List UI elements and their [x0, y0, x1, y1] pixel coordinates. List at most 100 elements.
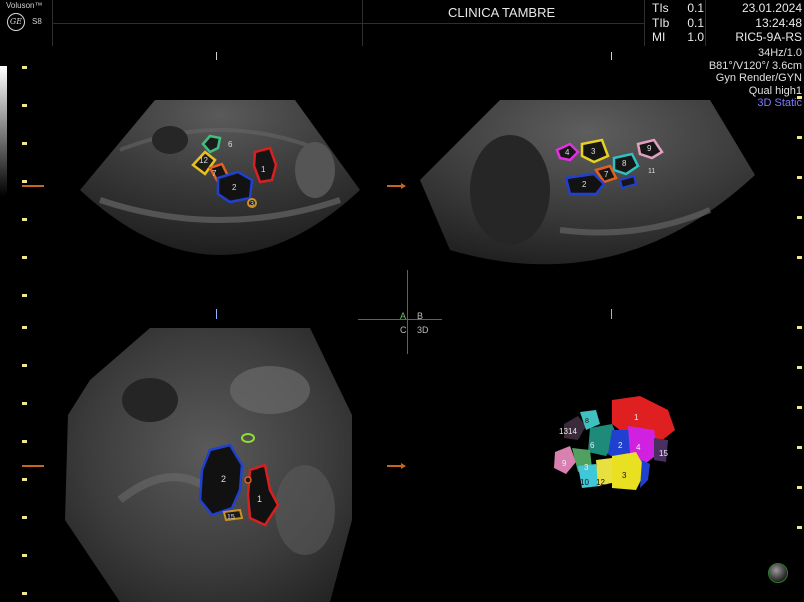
lesion-label: 4: [565, 148, 570, 157]
lesion-label: 7: [604, 170, 609, 179]
lesion-label: 1: [261, 165, 266, 174]
crosshair-vertical: [407, 270, 408, 354]
depth-tick: [22, 218, 27, 221]
plane-marker: [611, 52, 612, 60]
orientation-sphere-icon[interactable]: [768, 563, 788, 583]
lesion-label: 7: [212, 169, 217, 178]
plane-marker: [216, 52, 217, 60]
index-label: TIs: [652, 1, 669, 15]
lesion-label: 2: [232, 183, 237, 192]
depth-tick: [797, 366, 802, 369]
depth-tick: [22, 326, 27, 329]
depth-tick: [22, 440, 27, 443]
exam-info: 23.01.2024 13:24:48 RIC5-9A-RS: [735, 1, 802, 45]
depth-tick: [22, 66, 27, 69]
lesion-label: 1: [257, 494, 262, 504]
lesion-label: 2: [221, 474, 226, 484]
depth-tick: [797, 526, 802, 529]
depth-tick: [22, 180, 27, 183]
header-divider: [52, 23, 644, 24]
lesion-label: 9: [647, 144, 652, 153]
depth-tick: [22, 364, 27, 367]
depth-tick: [797, 406, 802, 409]
render-label: 8: [585, 418, 589, 425]
orange-arrow-icon: [22, 465, 44, 467]
depth-tick: [22, 142, 27, 145]
gray-scale-bar: [0, 66, 7, 196]
lesion-label: 12: [199, 156, 208, 165]
quad-b-button[interactable]: B: [417, 311, 423, 321]
index-value: 1.0: [687, 30, 704, 44]
render-label: 15: [659, 449, 668, 458]
index-label: MI: [652, 30, 666, 44]
ge-logo-icon: GE: [7, 13, 25, 31]
depth-tick: [797, 486, 802, 489]
depth-tick: [22, 402, 27, 405]
exam-date: 23.01.2024: [741, 1, 802, 15]
orange-arrow-icon: [22, 185, 44, 187]
render-label: 4: [636, 443, 641, 452]
render-label: 6: [590, 441, 595, 450]
depth-tick: [797, 216, 802, 219]
render-label: 9: [562, 459, 567, 468]
model-name: S8: [32, 17, 42, 26]
depth-tick: [797, 256, 802, 259]
header-divider: [705, 0, 706, 46]
quad-view-selector[interactable]: A B C 3D: [358, 270, 442, 354]
render-label: 2: [618, 441, 623, 450]
render-label: 12: [596, 478, 605, 487]
render-label: 10: [580, 478, 589, 487]
index-row: TIs 0.1: [652, 1, 704, 16]
lesion-label: 11: [648, 168, 655, 175]
lesion-label: 3: [591, 147, 596, 156]
arrow-head-icon: [401, 463, 406, 469]
index-row: TIb 0.1: [652, 16, 704, 31]
volume-angles: B81°/V120°/ 3.6cm: [708, 59, 802, 72]
depth-tick: [22, 554, 27, 557]
index-value: 0.1: [687, 15, 704, 30]
panel-c-image[interactable]: 2 1 15: [60, 320, 370, 602]
depth-tick: [797, 96, 802, 99]
quad-3d-button[interactable]: 3D: [417, 325, 429, 335]
render-label: 14: [568, 427, 577, 436]
brand-name: Voluson™: [6, 1, 43, 10]
lesion-label: 6: [228, 140, 233, 149]
render-3d-view[interactable]: 1 13 14 8 6 2 4 15 9 3 10 12 3: [550, 390, 680, 500]
safety-indices: TIs 0.1 TIb 0.1 MI 1.0: [652, 1, 704, 45]
arrow-head-icon: [401, 183, 406, 189]
render-label: 3: [622, 471, 627, 480]
clinic-name: CLINICA TAMBRE: [448, 5, 556, 20]
index-value: 0.1: [687, 1, 704, 15]
depth-tick: [22, 516, 27, 519]
blue-arrow-icon: [611, 309, 612, 319]
probe-name: RIC5-9A-RS: [735, 30, 802, 44]
orange-arrow-icon: [387, 465, 401, 467]
depth-tick: [797, 446, 802, 449]
panel-a-image[interactable]: 6 12 7 1 2 3: [60, 80, 390, 270]
depth-tick: [22, 592, 27, 595]
depth-tick: [22, 478, 27, 481]
exam-time: 13:24:48: [755, 15, 802, 30]
depth-tick: [22, 256, 27, 259]
index-row: MI 1.0: [652, 30, 704, 45]
depth-tick: [22, 294, 27, 297]
depth-tick: [22, 104, 27, 107]
lesion-label: 8: [622, 159, 627, 168]
panel-b-image[interactable]: 4 3 9 8 7 2 11: [410, 80, 770, 270]
quad-c-button[interactable]: C: [400, 325, 407, 335]
lesion-label: 2: [582, 180, 587, 189]
depth-tick: [797, 326, 802, 329]
header-bar: Voluson™ GE S8 CLINICA TAMBRE TIs 0.1 TIb…: [0, 0, 804, 46]
depth-tick: [797, 176, 802, 179]
brand-logo: Voluson™ GE S8: [2, 0, 52, 40]
header-divider: [644, 0, 645, 46]
lesion-label: 15: [227, 514, 235, 521]
quad-a-button[interactable]: A: [400, 311, 406, 321]
frame-rate: 34Hz/1.0: [757, 47, 802, 59]
index-label: TIb: [652, 15, 670, 30]
lesion-label: 3: [250, 201, 254, 208]
depth-tick: [797, 136, 802, 139]
render-label: 1: [634, 413, 639, 422]
blue-arrow-icon: [216, 309, 217, 319]
render-label: 3: [584, 463, 589, 472]
